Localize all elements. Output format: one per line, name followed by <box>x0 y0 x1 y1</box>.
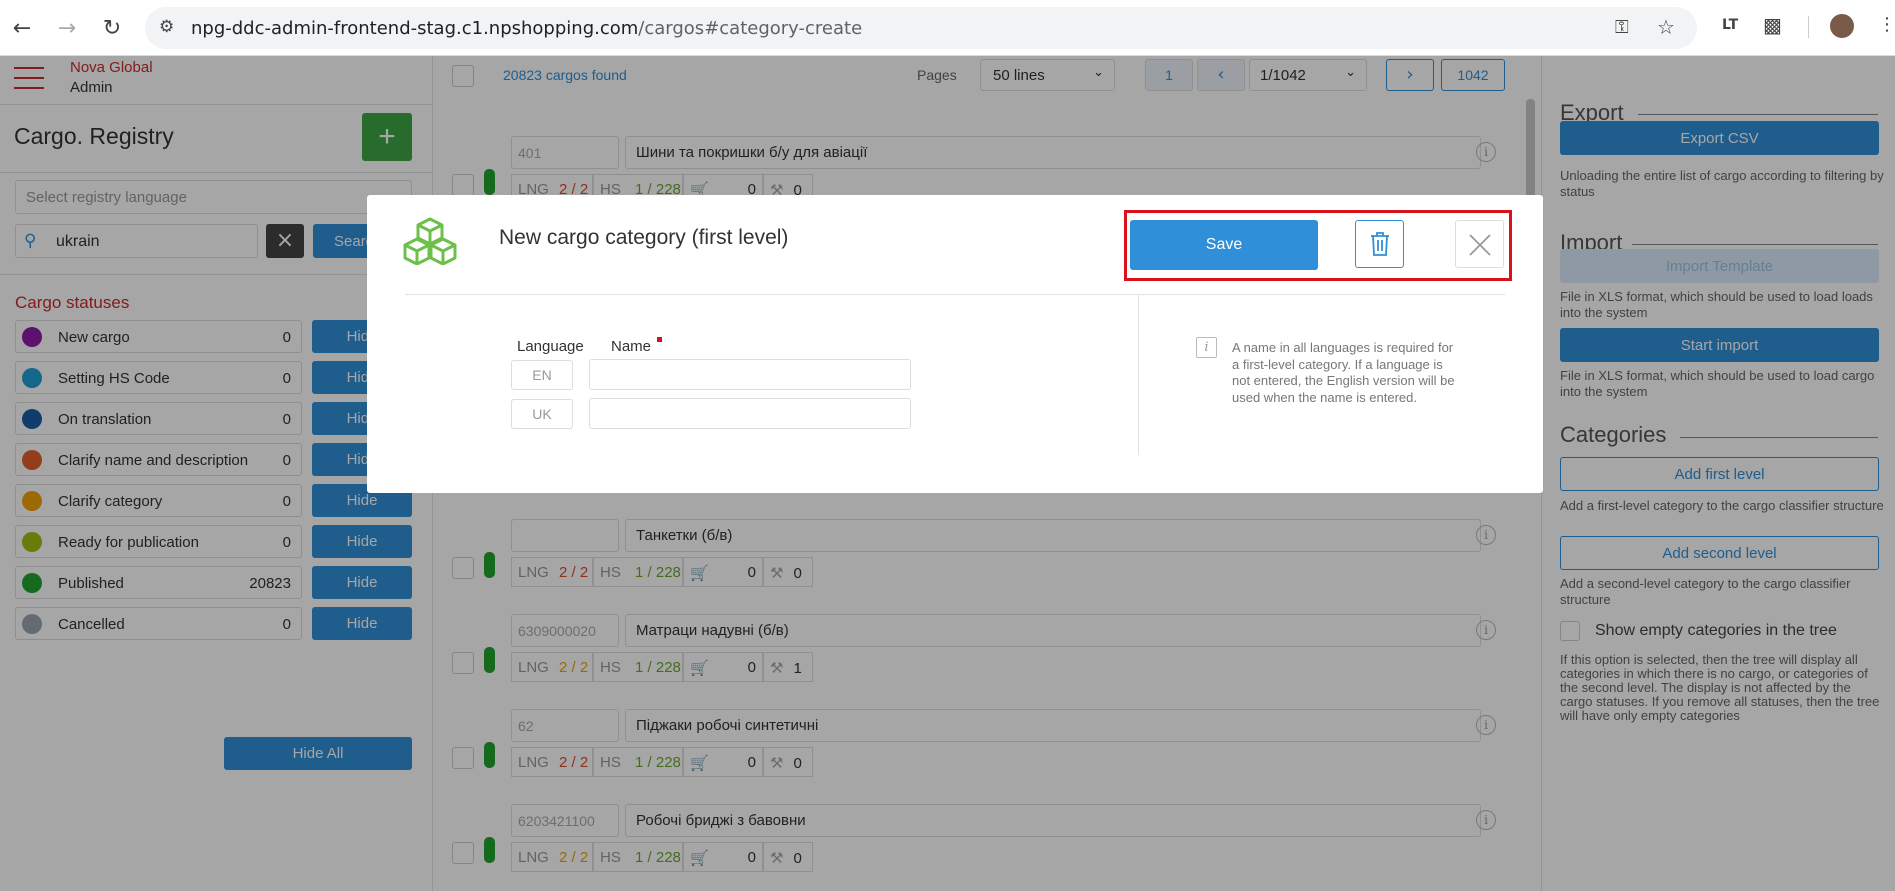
cubes-icon <box>403 217 457 265</box>
modal-title: New cargo category (first level) <box>499 226 789 249</box>
category-name-input-uk[interactable] <box>589 398 911 429</box>
password-key-icon[interactable]: ⚿ <box>1615 17 1629 38</box>
required-marker <box>657 337 663 342</box>
toolbar-divider <box>1808 16 1809 38</box>
profile-avatar[interactable] <box>1830 14 1854 38</box>
language-code: EN <box>511 360 573 390</box>
category-name-input-en[interactable] <box>589 359 911 390</box>
extensions-puzzle-icon[interactable]: ▩ <box>1763 13 1782 37</box>
back-icon[interactable]: ← <box>8 14 36 42</box>
name-header: Name <box>611 337 663 355</box>
language-header: Language <box>517 338 584 355</box>
address-bar[interactable]: ⚙ npg-ddc-admin-frontend-stag.c1.npshopp… <box>145 7 1697 49</box>
browser-menu-icon[interactable]: ⋮ <box>1878 14 1895 35</box>
language-code: UK <box>511 399 573 429</box>
browser-toolbar: ← → ↻ ⚙ npg-ddc-admin-frontend-stag.c1.n… <box>0 0 1895 56</box>
site-settings-icon[interactable]: ⚙ <box>159 17 174 37</box>
reload-icon[interactable]: ↻ <box>98 14 126 42</box>
url-text: npg-ddc-admin-frontend-stag.c1.npshoppin… <box>191 18 863 39</box>
highlight-box <box>1124 210 1512 281</box>
extension-lt-icon[interactable]: LT <box>1722 17 1738 33</box>
info-icon: i <box>1196 337 1217 358</box>
bookmark-star-icon[interactable]: ☆ <box>1657 15 1675 39</box>
info-text: A name in all languages is required for … <box>1232 340 1455 405</box>
forward-icon[interactable]: → <box>53 14 81 42</box>
